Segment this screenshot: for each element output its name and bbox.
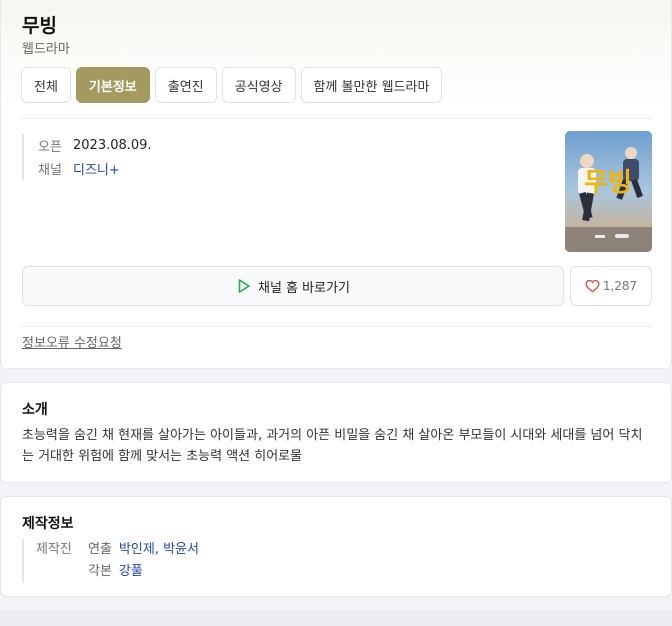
tab-recommended[interactable]: 함께 볼만한 웹드라마 xyxy=(300,67,443,103)
channel-label: 채널 xyxy=(38,163,62,178)
info-row-open: 오픈 2023.08.09. xyxy=(38,134,152,157)
production-card: 제작정보 제작진 연출 박인제, 박윤서 각본 강풀 xyxy=(0,496,672,597)
info-list: 오픈 2023.08.09. 채널 디즈니+ xyxy=(22,134,152,180)
basic-info-card: 무빙 웹드라마 전체 기본정보 출연진 공식영상 함께 볼만한 웹드라마 오픈 … xyxy=(0,0,672,369)
tab-bar: 전체 기본정보 출연진 공식영상 함께 볼만한 웹드라마 xyxy=(21,67,443,103)
like-button[interactable]: 1,287 xyxy=(570,266,652,306)
channel-home-button[interactable]: 채널 홈 바로가기 xyxy=(22,266,564,306)
open-value: 2023.08.09. xyxy=(73,138,152,153)
production-rows: 연출 박인제, 박윤서 각본 강풀 xyxy=(88,539,199,583)
production-title: 제작정보 xyxy=(22,516,74,532)
director-names[interactable]: 박인제, 박윤서 xyxy=(119,539,199,561)
tab-all[interactable]: 전체 xyxy=(21,67,71,103)
writer-names[interactable]: 강풀 xyxy=(119,561,143,583)
production-info: 제작진 연출 박인제, 박윤서 각본 강풀 xyxy=(22,539,199,583)
poster-image[interactable]: 무빙 xyxy=(565,131,652,252)
writer-role: 각본 xyxy=(88,564,112,579)
intro-title: 소개 xyxy=(22,402,48,418)
writer-row: 각본 강풀 xyxy=(88,561,199,583)
tab-official-video[interactable]: 공식영상 xyxy=(221,67,296,103)
poster-title-text: 무빙 xyxy=(584,168,632,198)
page-subtitle: 웹드라마 xyxy=(22,42,70,57)
report-error-link[interactable]: 정보오류 수정요청 xyxy=(22,332,122,351)
tab-cast[interactable]: 출연진 xyxy=(154,67,217,103)
divider xyxy=(21,118,652,119)
tab-basic-info[interactable]: 기본정보 xyxy=(75,67,150,103)
divider xyxy=(21,326,652,327)
heart-icon xyxy=(585,279,600,293)
director-role: 연출 xyxy=(88,542,112,557)
director-row: 연출 박인제, 박윤서 xyxy=(88,539,199,561)
channel-home-label: 채널 홈 바로가기 xyxy=(258,280,350,296)
page-title: 무빙 xyxy=(22,15,57,37)
info-row-channel: 채널 디즈니+ xyxy=(38,157,152,180)
play-icon xyxy=(238,279,250,293)
channel-link[interactable]: 디즈니+ xyxy=(73,159,120,178)
like-count: 1,287 xyxy=(602,279,638,293)
open-label: 오픈 xyxy=(38,140,62,155)
bottom-area xyxy=(0,610,672,626)
intro-card: 소개 초능력을 숨긴 채 현재를 살아가는 아이들과, 과거의 아픈 비밀을 숨… xyxy=(0,382,672,483)
production-label: 제작진 xyxy=(36,542,72,557)
intro-text: 초능력을 숨긴 채 현재를 살아가는 아이들과, 과거의 아픈 비밀을 숨긴 채… xyxy=(22,428,643,464)
